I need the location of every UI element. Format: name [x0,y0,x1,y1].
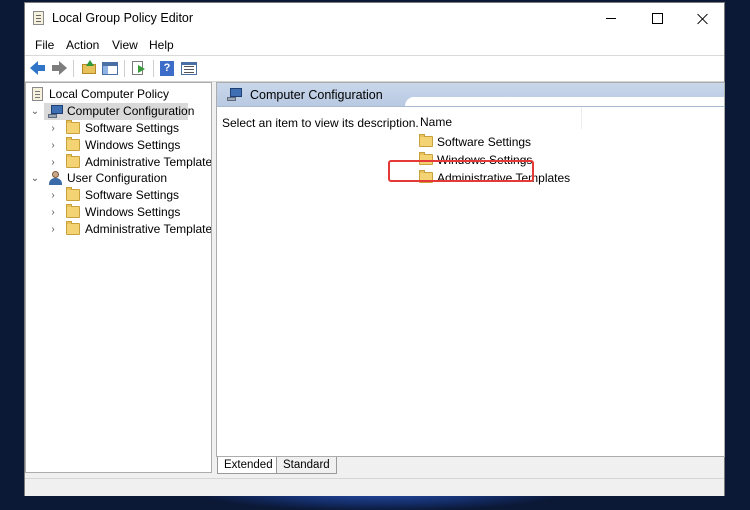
list-item-software-settings[interactable]: Software Settings [419,133,579,150]
chevron-right-icon[interactable]: › [48,204,58,221]
chevron-right-icon[interactable]: › [48,137,58,154]
tree-item-label: Administrative Templates [85,155,212,169]
computer-icon [227,88,243,101]
column-header-name[interactable]: Name [420,115,452,129]
maximize-icon [651,13,663,24]
list-item-label: Windows Settings [437,153,533,167]
chevron-right-icon[interactable]: › [48,120,58,137]
menu-view[interactable]: View [112,38,138,52]
tree-item-computer-windows-settings[interactable]: › Windows Settings [26,137,211,154]
details-header: Computer Configuration [217,83,724,107]
toolbar-separator [124,60,125,77]
back-icon[interactable] [30,61,46,76]
menu-bar: File Action View Help [25,34,724,56]
tab-standard[interactable]: Standard [276,457,337,474]
folder-icon [66,204,80,218]
close-button[interactable] [680,3,726,34]
toolbar-separator [73,60,74,77]
forward-icon[interactable] [51,61,67,76]
toolbar: ? [25,56,724,82]
details-pane[interactable]: Computer Configuration Select an item to… [216,82,725,457]
header-curve [405,97,724,106]
column-separator[interactable] [581,107,582,129]
folder-icon [66,187,80,201]
tree-item-label: Windows Settings [85,205,181,219]
minimize-button[interactable] [588,3,634,34]
policy-icon [32,87,43,101]
tree-item-label: Software Settings [85,121,180,135]
tree-item-local-computer-policy[interactable]: Local Computer Policy [26,86,211,103]
gpedit-window: Local Group Policy Editor File Action Vi… [24,2,725,496]
user-icon [49,171,65,186]
chevron-down-icon[interactable]: ⌄ [30,103,40,120]
tree-item-label: Software Settings [85,188,180,202]
help-icon[interactable]: ? [160,61,176,76]
description-text: Select an item to view its description. [222,116,419,130]
tree-item-label: Computer Configuration [67,104,195,118]
tree-item-label: Local Computer Policy [49,87,170,101]
folder-icon [419,134,433,147]
list-item-label: Software Settings [437,135,532,149]
show-hide-tree-icon[interactable] [102,61,118,76]
maximize-button[interactable] [634,3,680,34]
menu-help[interactable]: Help [149,38,174,52]
tree-item-computer-software-settings[interactable]: › Software Settings [26,120,211,137]
close-icon [697,13,709,25]
window-title: Local Group Policy Editor [52,11,194,25]
list-item-windows-settings[interactable]: Windows Settings [419,151,579,168]
chevron-right-icon[interactable]: › [48,187,58,204]
tree-item-user-administrative-templates[interactable]: › Administrative Templates [26,221,211,238]
chevron-down-icon[interactable]: ⌄ [30,170,40,187]
list-item-administrative-templates[interactable]: Administrative Templates [419,169,579,186]
policy-app-icon [33,11,44,25]
tree-item-user-configuration[interactable]: ⌄ User Configuration [26,170,211,187]
computer-icon [48,105,64,118]
tree-item-user-software-settings[interactable]: › Software Settings [26,187,211,204]
tree-item-label: Administrative Templates [85,222,212,236]
details-title: Computer Configuration [250,88,383,102]
list-item-label: Administrative Templates [437,171,571,185]
folder-icon [66,120,80,134]
export-list-icon[interactable] [131,61,147,76]
view-tabs: Extended Standard [216,457,725,475]
folder-icon [66,154,80,168]
status-bar [25,478,724,496]
tree-item-computer-configuration[interactable]: ⌄ Computer Configuration [26,103,211,120]
tree-item-label: Windows Settings [85,138,181,152]
tree-item-computer-administrative-templates[interactable]: › Administrative Templates [26,154,211,171]
tree-item-user-windows-settings[interactable]: › Windows Settings [26,204,211,221]
chevron-right-icon[interactable]: › [48,154,58,171]
chevron-right-icon[interactable]: › [48,221,58,238]
folder-icon [419,152,433,165]
title-bar: Local Group Policy Editor [25,3,724,34]
folder-icon [419,170,433,183]
properties-icon[interactable] [181,61,197,76]
menu-file[interactable]: File [35,38,54,52]
folder-icon [66,221,80,235]
tree-pane[interactable]: Local Computer Policy ⌄ Computer Configu… [25,82,212,473]
toolbar-separator [153,60,154,77]
menu-action[interactable]: Action [66,38,99,52]
tree-item-label: User Configuration [67,171,168,185]
minimize-icon [606,18,616,19]
folder-icon [66,137,80,151]
up-folder-icon[interactable] [81,60,97,76]
tab-extended[interactable]: Extended [217,457,280,474]
